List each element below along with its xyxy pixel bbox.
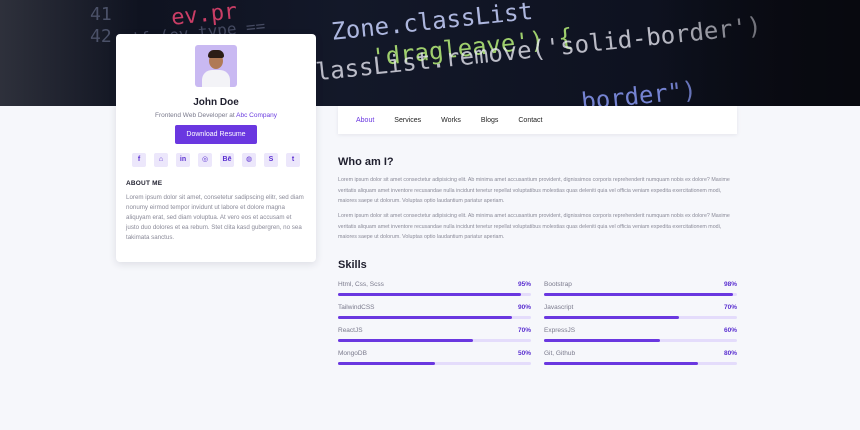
intro-paragraph: Lorem ipsum dolor sit amet consectetur a… xyxy=(338,177,730,204)
hero-fade-right xyxy=(660,0,860,106)
intro-paragraph: Lorem ipsum dolor sit amet consectetur a… xyxy=(338,213,730,240)
skill-name: Git, Github xyxy=(544,350,576,357)
skill-item: ReactJS 70% xyxy=(338,327,531,347)
skill-track xyxy=(338,293,531,296)
skill-item: Git, Github 80% xyxy=(544,350,737,370)
nav-services[interactable]: Services xyxy=(394,117,421,124)
skill-bar xyxy=(338,339,474,342)
skill-item: MongoDB 50% xyxy=(338,350,531,370)
skill-track xyxy=(544,339,737,342)
main-nav: About Services Works Blogs Contact xyxy=(338,106,737,134)
skill-name: Bootstrap xyxy=(544,281,572,288)
skill-name: Html, Css, Scss xyxy=(338,281,384,288)
skill-percent: 90% xyxy=(517,304,531,311)
nav-about[interactable]: About xyxy=(356,117,374,124)
skill-bar xyxy=(544,339,660,342)
skill-item: Html, Css, Scss 95% xyxy=(338,281,531,301)
role-text: Frontend Web Developer at xyxy=(154,112,237,119)
facebook-icon[interactable]: f xyxy=(132,153,146,167)
who-am-i-heading: Who am I? xyxy=(338,156,394,168)
download-resume-button[interactable]: Download Resume xyxy=(175,125,257,144)
github-icon[interactable]: ⌂ xyxy=(154,153,168,167)
skill-percent: 50% xyxy=(517,350,531,357)
behance-icon[interactable]: Bē xyxy=(220,153,234,167)
skill-bar xyxy=(544,362,699,365)
skill-item: ExpressJS 60% xyxy=(544,327,737,347)
instagram-icon[interactable]: ◎ xyxy=(198,153,212,167)
skill-track xyxy=(338,362,531,365)
skill-item: Javascript 70% xyxy=(544,304,737,324)
skill-name: MongoDB xyxy=(338,350,367,357)
avatar xyxy=(195,45,237,87)
skill-name: Javascript xyxy=(544,304,574,311)
skill-percent: 60% xyxy=(723,327,737,334)
skill-bar xyxy=(338,362,435,365)
about-heading: ABOUT ME xyxy=(126,180,163,187)
skill-item: TailwindCSS 90% xyxy=(338,304,531,324)
company-link[interactable]: Abc Company xyxy=(236,112,277,119)
line-number: 42 xyxy=(90,26,112,47)
skill-percent: 70% xyxy=(517,327,531,334)
skill-track xyxy=(544,293,737,296)
profile-name: John Doe xyxy=(193,97,239,108)
skill-bar xyxy=(338,316,512,319)
line-number: 41 xyxy=(90,4,112,25)
about-text: Lorem ipsum dolor sit amet, consetetur s… xyxy=(126,194,304,241)
skill-track xyxy=(544,316,737,319)
skill-bar xyxy=(544,293,734,296)
profile-role: Frontend Web Developer at Abc Company xyxy=(116,112,316,119)
skype-icon[interactable]: S xyxy=(264,153,278,167)
skill-track xyxy=(338,316,531,319)
skill-track xyxy=(544,362,737,365)
skill-bar xyxy=(338,293,522,296)
social-links: f ⌂ in ◎ Bē ◍ S t xyxy=(116,153,316,167)
skill-name: ExpressJS xyxy=(544,327,576,334)
skills-heading: Skills xyxy=(338,259,367,271)
nav-works[interactable]: Works xyxy=(441,117,461,124)
skill-bar xyxy=(544,316,680,319)
twitter-icon[interactable]: t xyxy=(286,153,300,167)
skill-percent: 70% xyxy=(723,304,737,311)
linkedin-icon[interactable]: in xyxy=(176,153,190,167)
skill-percent: 95% xyxy=(517,281,531,288)
skill-percent: 98% xyxy=(723,281,737,288)
nav-contact[interactable]: Contact xyxy=(518,117,542,124)
skill-name: ReactJS xyxy=(338,327,363,334)
profile-card: John Doe Frontend Web Developer at Abc C… xyxy=(116,34,316,262)
skill-name: TailwindCSS xyxy=(338,304,375,311)
nav-blogs[interactable]: Blogs xyxy=(481,117,499,124)
skill-percent: 80% xyxy=(723,350,737,357)
skill-item: Bootstrap 98% xyxy=(544,281,737,301)
skill-track xyxy=(338,339,531,342)
dribbble-icon[interactable]: ◍ xyxy=(242,153,256,167)
